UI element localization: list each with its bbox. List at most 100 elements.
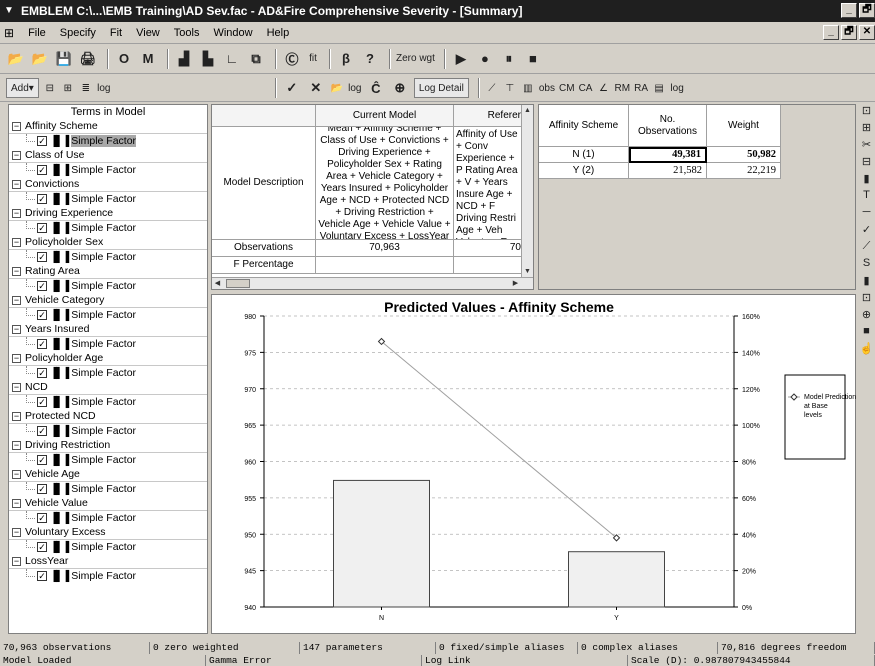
factor-checkbox[interactable]: ✓ xyxy=(37,164,47,175)
grid-vertical-scrollbar[interactable]: ▲ ▼ xyxy=(521,105,533,277)
factor-checkbox[interactable]: ✓ xyxy=(37,425,47,436)
model-summary-grid[interactable]: Current Model Referer Model Description … xyxy=(211,104,534,290)
beta-icon[interactable]: β xyxy=(336,49,356,69)
collapse-toggle-icon[interactable]: − xyxy=(12,180,21,189)
col-affinity-scheme[interactable]: Affinity Scheme xyxy=(539,105,629,147)
tree-factor-item[interactable]: ✓ ▐▌▐ Simple Factor xyxy=(9,481,207,497)
list-icon[interactable]: ≣ xyxy=(79,78,93,98)
tree-factor-item[interactable]: ✓ ▐▌▐ Simple Factor xyxy=(9,423,207,439)
tree-term-item[interactable]: − Vehicle Value xyxy=(9,496,207,511)
stop-icon[interactable]: ■ xyxy=(523,49,543,69)
collapse-toggle-icon[interactable]: − xyxy=(12,412,21,421)
zero-wgt-button[interactable]: Zero wgt xyxy=(396,49,435,69)
tree-factor-item[interactable]: ✓ ▐▌▐ Simple Factor xyxy=(9,249,207,265)
factor-checkbox[interactable]: ✓ xyxy=(37,570,47,581)
log-toggle-button[interactable]: log xyxy=(97,78,111,98)
side-tool-icon[interactable]: ⊞ xyxy=(858,121,875,138)
trend-icon[interactable]: ⊤ xyxy=(503,78,517,98)
tree-factor-item[interactable]: ✓ ▐▌▐ Simple Factor xyxy=(9,568,207,584)
mdi-close-button[interactable]: ✕ xyxy=(859,25,875,40)
rm-toggle-button[interactable]: RM xyxy=(615,78,631,98)
factor-checkbox[interactable]: ✓ xyxy=(37,396,47,407)
side-tool-icon[interactable]: ▮ xyxy=(858,274,875,291)
tree-factor-item[interactable]: ✓ ▐▌▐ Simple Factor xyxy=(9,452,207,468)
open-alt-icon[interactable]: 📂 xyxy=(30,49,50,69)
table-icon[interactable]: ▤ xyxy=(652,78,666,98)
level-label[interactable]: N (1) xyxy=(539,147,629,163)
factor-checkbox[interactable]: ✓ xyxy=(37,483,47,494)
tree-term-item[interactable]: − Protected NCD xyxy=(9,409,207,424)
scroll-thumb[interactable] xyxy=(226,279,250,288)
m-button[interactable]: M xyxy=(138,49,158,69)
obs-toggle-button[interactable]: obs xyxy=(539,78,555,98)
tree-factor-item[interactable]: ✓ ▐▌▐ Simple Factor xyxy=(9,394,207,410)
collapse-toggle-icon[interactable]: − xyxy=(12,209,21,218)
collapse-toggle-icon[interactable]: − xyxy=(12,267,21,276)
collapse-toggle-icon[interactable]: − xyxy=(12,354,21,363)
curve-icon[interactable]: ∠ xyxy=(597,78,611,98)
terms-tree[interactable]: Terms in Model − Affinity Scheme ✓ ▐▌▐ Simpl… xyxy=(8,104,208,634)
collapse-toggle-icon[interactable]: − xyxy=(12,441,21,450)
factor-checkbox[interactable]: ✓ xyxy=(37,193,47,204)
log-button[interactable]: log xyxy=(348,78,362,98)
tree-term-item[interactable]: − Vehicle Category xyxy=(9,293,207,308)
menu-tools[interactable]: Tools xyxy=(174,27,200,39)
weight-cell[interactable]: 22,219 xyxy=(707,163,781,179)
expand-icon[interactable]: ⊟ xyxy=(43,78,57,98)
log-scale-button[interactable]: log xyxy=(670,78,684,98)
ca-toggle-button[interactable]: CA xyxy=(579,78,593,98)
tree-term-item[interactable]: − Vehicle Age xyxy=(9,467,207,482)
side-tool-icon[interactable]: ⊡ xyxy=(858,291,875,308)
app-icon[interactable]: ▼ xyxy=(4,5,16,17)
scroll-up-icon[interactable]: ▲ xyxy=(522,105,533,116)
line-chart-icon[interactable]: ⟋ xyxy=(485,78,499,98)
factor-checkbox[interactable]: ✓ xyxy=(37,251,47,262)
tree-term-item[interactable]: − Class of Use xyxy=(9,148,207,163)
save-icon[interactable]: 💾 xyxy=(54,49,74,69)
log-detail-button[interactable]: Log Detail xyxy=(413,78,469,98)
copy-icon[interactable]: ⧉ xyxy=(246,49,266,69)
tree-term-item[interactable]: − Affinity Scheme xyxy=(9,119,207,134)
mdi-restore-button[interactable]: 🗗 xyxy=(841,25,857,40)
tree-term-item[interactable]: − Driving Restriction xyxy=(9,438,207,453)
factor-checkbox[interactable]: ✓ xyxy=(37,309,47,320)
factor-checkbox[interactable]: ✓ xyxy=(37,135,47,146)
add-dropdown-button[interactable]: Add▾ xyxy=(6,78,39,98)
ra-toggle-button[interactable]: RA xyxy=(634,78,648,98)
mdi-minimize-button[interactable]: _ xyxy=(823,25,839,40)
side-tool-icon[interactable]: ⟋ xyxy=(858,240,875,257)
obs-count-cell[interactable]: 21,582 xyxy=(629,163,707,179)
chart-add-icon[interactable]: ▟ xyxy=(174,49,194,69)
collapse-toggle-icon[interactable]: − xyxy=(12,238,21,247)
c-button[interactable]: Ⓒ xyxy=(282,49,302,69)
factor-checkbox[interactable]: ✓ xyxy=(37,280,47,291)
menu-file[interactable]: File xyxy=(28,27,46,39)
col-reference-model[interactable]: Referer xyxy=(454,105,524,127)
factor-checkbox[interactable]: ✓ xyxy=(37,454,47,465)
collapse-toggle-icon[interactable]: − xyxy=(12,557,21,566)
factor-checkbox[interactable]: ✓ xyxy=(37,338,47,349)
menu-window[interactable]: Window xyxy=(213,27,252,39)
tree-term-item[interactable]: − Rating Area xyxy=(9,264,207,279)
tree-factor-item[interactable]: ✓ ▐▌▐ Simple Factor xyxy=(9,539,207,555)
collapse-toggle-icon[interactable]: − xyxy=(12,296,21,305)
menu-specify[interactable]: Specify xyxy=(60,27,96,39)
col-weight[interactable]: Weight xyxy=(707,105,781,147)
cm-toggle-button[interactable]: CM xyxy=(559,78,575,98)
obs-count-cell[interactable]: 49,381 xyxy=(629,147,707,163)
tree-factor-item[interactable]: ✓ ▐▌▐ Simple Factor xyxy=(9,133,207,149)
log-open-icon[interactable]: 📂 xyxy=(330,78,344,98)
axis-icon[interactable]: ∟ xyxy=(222,49,242,69)
side-tool-icon[interactable]: S xyxy=(858,257,875,274)
side-tool-icon[interactable]: ■ xyxy=(858,325,875,342)
collapse-toggle-icon[interactable]: − xyxy=(12,383,21,392)
tree-term-item[interactable]: − NCD xyxy=(9,380,207,395)
side-tool-icon[interactable]: ─ xyxy=(858,206,875,223)
tree-term-item[interactable]: − Convictions xyxy=(9,177,207,192)
reject-icon[interactable]: ✕ xyxy=(306,78,326,98)
collapse-toggle-icon[interactable]: − xyxy=(12,325,21,334)
tree-factor-item[interactable]: ✓ ▐▌▐ Simple Factor xyxy=(9,191,207,207)
tree-term-item[interactable]: − Years Insured xyxy=(9,322,207,337)
side-tool-icon[interactable]: ⊡ xyxy=(858,104,875,121)
collapse-toggle-icon[interactable]: − xyxy=(12,151,21,160)
